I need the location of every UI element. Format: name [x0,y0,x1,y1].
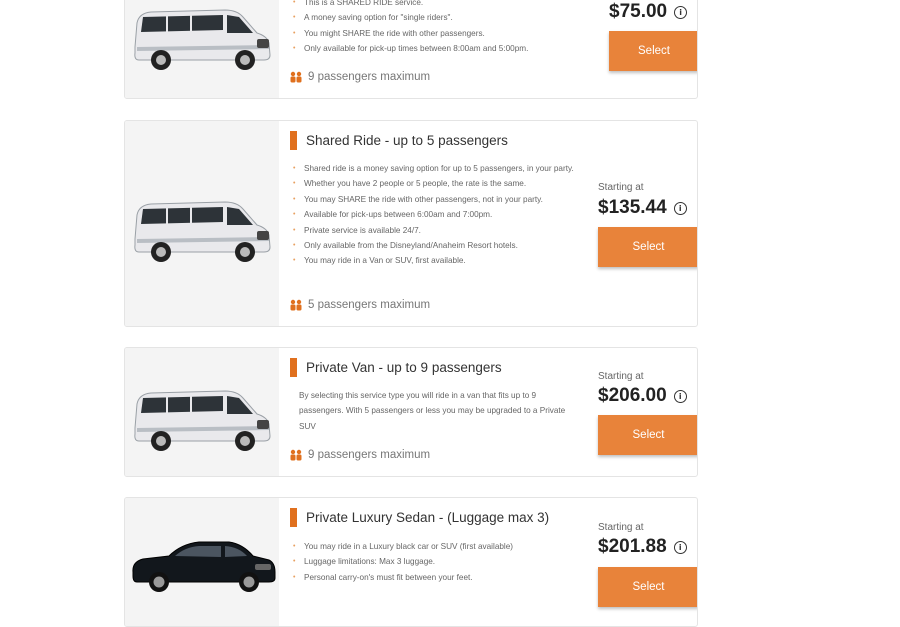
vehicle-image-box [125,121,279,326]
price: $135.44 i [598,197,687,219]
select-button[interactable]: Select [598,227,697,267]
info-icon[interactable]: i [673,201,687,215]
service-description: By selecting this service type you will … [299,391,566,431]
title-accent-bar [290,131,297,150]
starting-at-label: Starting at [598,182,644,193]
feature-item: Personal carry-on's must fit between you… [293,570,586,586]
feature-item: You might SHARE the ride with other pass… [293,26,586,42]
passenger-capacity: 9 passengers maximum [290,71,430,83]
vehicle-image-box [125,498,279,626]
price-value: $75.00 [609,1,668,22]
feature-item: You may ride in a Van or SUV, first avai… [293,253,586,269]
service-card-private-van: Private Van - up to 9 passengers By sele… [124,347,698,477]
info-icon[interactable]: i [673,389,687,403]
select-button[interactable]: Select [598,567,697,607]
feature-item: Private service is available 24/7. [293,223,586,239]
price: $206.00 i [598,385,687,407]
service-card-shared-ride-5: Shared Ride - up to 5 passengers Shared … [124,120,698,327]
feature-item: Only available from the Disneyland/Anahe… [293,238,586,254]
passenger-capacity: 5 passengers maximum [290,299,430,311]
service-title-row: Private Luxury Sedan - (Luggage max 3) [290,508,549,527]
feature-list: This is a SHARED RIDE service. A money s… [293,0,586,57]
select-button[interactable]: Select [598,415,697,455]
passenger-capacity-label: 9 passengers maximum [308,71,431,83]
feature-list: Shared ride is a money saving option for… [293,161,586,269]
price-value: $201.88 [598,536,667,557]
price-value: $135.44 [598,197,667,218]
service-title: Private Van - up to 9 passengers [306,360,502,375]
feature-item: Available for pick-ups between 6:00am an… [293,207,586,223]
info-icon[interactable]: i [674,5,688,19]
feature-item: A money saving option for "single riders… [293,10,586,26]
passenger-capacity-label: 5 passengers maximum [308,299,431,311]
select-button[interactable]: Select [609,31,697,71]
service-card-luxury-sedan: Private Luxury Sedan - (Luggage max 3) Y… [124,497,698,627]
van-image [133,390,271,452]
feature-item: Luggage limitations: Max 3 luggage. [293,554,586,570]
feature-item: Only available for pick-up times between… [293,41,586,57]
van-image [133,201,271,263]
feature-item: You may ride in a Luxury black car or SU… [293,539,586,555]
service-title: Private Luxury Sedan - (Luggage max 3) [306,510,550,525]
feature-item: Whether you have 2 people or 5 people, t… [293,176,586,192]
van-image [133,9,271,71]
feature-item: This is a SHARED RIDE service. [293,0,586,11]
title-accent-bar [290,508,297,527]
sedan-image [132,541,276,593]
starting-at-label: Starting at [598,522,644,533]
passengers-icon [290,449,302,461]
feature-list: You may ride in a Luxury black car or SU… [293,539,586,586]
price-value: $206.00 [598,385,667,406]
feature-item: Shared ride is a money saving option for… [293,161,586,177]
vehicle-image-box [125,348,279,476]
vehicle-image-box [125,0,279,98]
service-card-shared-ride: This is a SHARED RIDE service. A money s… [124,0,698,99]
title-accent-bar [290,358,297,377]
service-title: Shared Ride - up to 5 passengers [306,133,508,148]
price: $75.00 i [609,1,688,23]
info-icon[interactable]: i [673,540,687,554]
feature-item: You may SHARE the ride with other passen… [293,192,586,208]
price: $201.88 i [598,536,687,558]
passengers-icon [290,299,302,311]
passengers-icon [290,71,302,83]
passenger-capacity: 9 passengers maximum [290,449,430,461]
service-title-row: Private Van - up to 9 passengers [290,358,502,377]
passenger-capacity-label: 9 passengers maximum [308,449,431,461]
starting-at-label: Starting at [598,371,644,382]
service-title-row: Shared Ride - up to 5 passengers [290,131,508,150]
